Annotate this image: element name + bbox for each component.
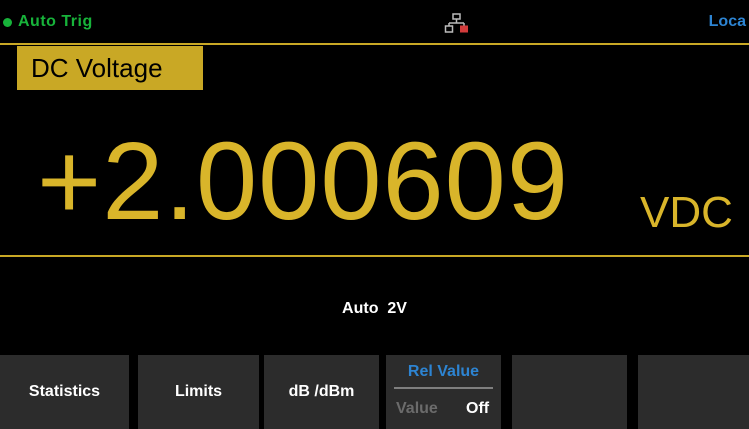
range-indicator: Auto 2V <box>342 300 407 317</box>
lan-network-icon <box>444 13 470 35</box>
reading-divider <box>0 255 749 257</box>
limits-softkey[interactable]: Limits <box>138 355 259 429</box>
softkey-label: Rel Value <box>407 363 480 380</box>
softkey-label: Statistics <box>28 383 101 400</box>
blank-softkey-6[interactable] <box>638 355 749 429</box>
dmm-screen: Auto Trig Loca DC Voltage +2.000609 VDC … <box>0 0 749 429</box>
status-bar: Auto Trig Loca <box>0 0 749 40</box>
blank-softkey-5[interactable] <box>512 355 627 429</box>
softkey-label: dB /dBm <box>288 383 355 400</box>
reading-unit: VDC <box>640 188 733 237</box>
softkey-divider <box>394 387 493 389</box>
softkey-label: Limits <box>174 383 223 400</box>
statistics-softkey[interactable]: Statistics <box>0 355 129 429</box>
rel-option-off: Off <box>466 400 490 417</box>
main-reading: +2.000609 <box>37 120 570 243</box>
db-dbm-softkey[interactable]: dB /dBm <box>264 355 379 429</box>
softkey-menu: Statistics Limits dB /dBm Rel Value Valu… <box>0 355 749 429</box>
rel-option-value: Value <box>396 400 438 417</box>
trigger-status-icon <box>3 18 12 27</box>
trigger-mode-label: Auto Trig <box>18 13 93 30</box>
rel-value-softkey[interactable]: Rel Value Value Off <box>386 355 501 429</box>
header-divider <box>0 43 749 45</box>
remote-local-label: Loca <box>708 13 746 30</box>
measurement-function-title: DC Voltage <box>17 46 203 90</box>
